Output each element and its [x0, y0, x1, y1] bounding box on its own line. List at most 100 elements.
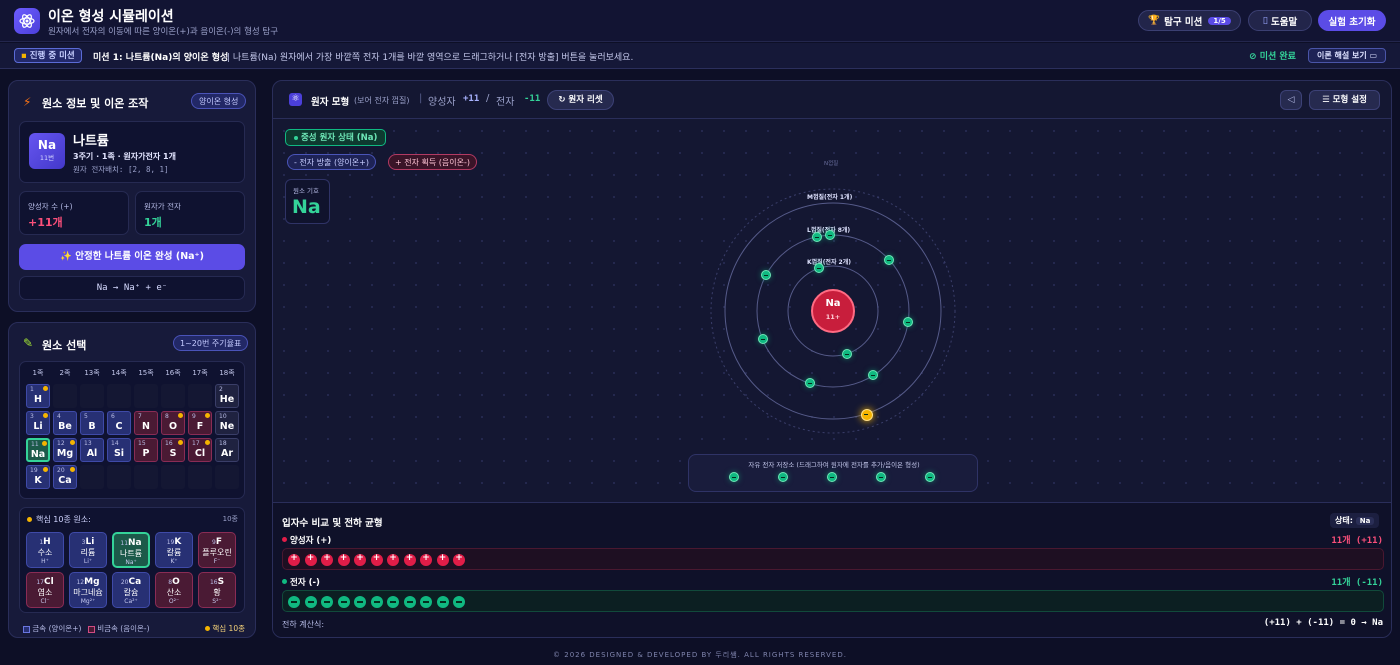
m-shell-label: M껍질(전자 1개) — [807, 194, 853, 201]
element-selector-title: 원소 선택 — [42, 339, 87, 352]
nucleus — [811, 289, 855, 333]
element-cell-s[interactable]: 16 S — [161, 438, 185, 462]
element-cell-h[interactable]: 1H — [26, 384, 50, 408]
proton-particle — [304, 553, 317, 566]
element-period-group: 3주기 · 1족 · 원자가전자 1개 — [73, 152, 176, 161]
group-header: 14족 — [111, 369, 127, 377]
mission-button[interactable]: 🏆 탐구 미션 1/5 — [1138, 10, 1241, 31]
element-cell-k[interactable]: 19 K — [26, 465, 50, 489]
core-element-s[interactable]: 16S 황 S²⁻ — [198, 572, 236, 608]
core-element-k[interactable]: 19K 칼륨 K⁺ — [155, 532, 193, 568]
proton-particle — [321, 553, 333, 566]
sound-button[interactable]: ◁ — [1280, 90, 1302, 110]
electron-particle — [288, 596, 300, 608]
theory-button[interactable]: 이론 해설 보기 ▭ — [1308, 48, 1386, 63]
electron-row-label: 전자 (-) — [290, 578, 320, 588]
core-element-h[interactable]: 1H 수소 H⁺ — [26, 532, 64, 568]
free-electron[interactable] — [778, 472, 788, 482]
core-element-cl[interactable]: 17Cl 염소 Cl⁻ — [26, 572, 64, 608]
pool-label: 자유 전자 저장소 (드래그하여 원자에 전자를 추가/음이온 형성) — [748, 461, 920, 469]
element-cell-na[interactable]: 11 Na — [26, 438, 50, 462]
electron-particle — [337, 596, 350, 608]
atom-logo-icon — [14, 8, 40, 34]
element-cell-c[interactable]: 6C — [107, 411, 131, 435]
shell-electron[interactable] — [903, 316, 914, 327]
core-element-mg[interactable]: 12Mg 마그네슘 Mg²⁺ — [69, 572, 107, 608]
core-element-li[interactable]: 3Li 리튬 Li⁺ — [69, 532, 107, 568]
electron-row-count: 11개 (-11) — [1331, 578, 1383, 588]
core-elements-count: 10종 — [222, 515, 238, 523]
shell-electron[interactable] — [757, 334, 768, 345]
group-header: 18족 — [219, 369, 235, 377]
element-cell-al[interactable]: 13 Al — [80, 438, 104, 462]
proton-count-value: +11개 — [28, 216, 63, 229]
ion-type-badge: 양이온 형성 — [191, 93, 247, 109]
proton-particle — [354, 553, 366, 566]
free-electron[interactable] — [876, 472, 886, 482]
core-marker — [70, 467, 75, 472]
element-cell-mg[interactable]: 12 Mg — [53, 438, 77, 462]
proton-row-label: 양성자 (+) — [290, 536, 332, 546]
element-selector-panel: ✎ 원소 선택 1~20번 주기율표 1족 2족 13족 14족 15족 16족 17족 18… — [8, 322, 256, 638]
charge-calc-value: (+11) + (-11) = 0 → Na — [1263, 618, 1383, 628]
app-header: 이온 형성 시뮬레이션 원자에서 전자의 이동에 따른 양이온(+)과 음이온(… — [0, 0, 1400, 42]
electron-particle — [370, 596, 383, 608]
atom-reset-button[interactable]: ↻ 원자 리셋 — [547, 90, 614, 110]
shell-electron[interactable] — [812, 231, 823, 242]
mission-title: 미션 1: 나트륨(Na)의 양이온 형성 — [93, 53, 229, 63]
sparkle-icon: ✨ — [60, 251, 72, 262]
core-element-o[interactable]: 8O 산소 O²⁻ — [155, 572, 193, 608]
element-cell-ne[interactable]: 10 Ne — [215, 411, 239, 435]
valence-electron[interactable] — [861, 408, 874, 421]
element-cell-he[interactable]: 2 He — [215, 384, 239, 408]
atom-icon: ⚛ — [289, 93, 302, 106]
legend-metal-swatch — [23, 625, 30, 633]
electron-particle — [403, 596, 416, 608]
model-proton-value: +11 — [463, 94, 480, 104]
element-cell-li[interactable]: 3 Li — [26, 411, 50, 435]
refresh-icon: ↻ — [558, 95, 566, 105]
electron-configuration: 원자 전자배치: [2, 8, 1] — [73, 165, 169, 174]
shell-electron[interactable] — [804, 378, 815, 389]
complete-ion-button[interactable]: ✨ 안정한 나트륨 이온 완성 (Na⁺) — [19, 244, 245, 270]
electron-particle — [436, 596, 449, 608]
empty-cell — [107, 384, 131, 408]
element-cell-b[interactable]: 5B — [80, 411, 104, 435]
free-electron[interactable] — [729, 472, 739, 482]
element-cell-ar[interactable]: 18 Ar — [215, 438, 239, 462]
group-header: 2족 — [59, 369, 71, 377]
model-title: 원자 모형 — [311, 97, 350, 108]
element-cell-p[interactable]: 15 P — [134, 438, 158, 462]
element-cell-ca[interactable]: 20 Ca — [53, 465, 77, 489]
proton-particle — [436, 553, 449, 566]
shell-electron[interactable] — [841, 348, 852, 359]
core-element-f[interactable]: 9F 플루오린 F⁻ — [198, 532, 236, 568]
app-title: 이온 형성 시뮬레이션 — [48, 9, 174, 25]
free-electron-pool[interactable]: 자유 전자 저장소 (드래그하여 원자에 전자를 추가/음이온 형성) — [688, 454, 978, 492]
free-electron[interactable] — [827, 472, 837, 482]
help-button[interactable]: ▯ 도움말 — [1248, 10, 1312, 31]
pencil-icon: ✎ — [23, 336, 34, 350]
element-cell-be[interactable]: 4 Be — [53, 411, 77, 435]
core-marker — [42, 441, 47, 446]
app-subtitle: 원자에서 전자의 이동에 따른 양이온(+)과 음이온(-)의 형성 탐구 — [48, 27, 279, 37]
core-marker — [178, 413, 183, 418]
element-cell-cl[interactable]: 17 Cl — [188, 438, 212, 462]
core-element-ca[interactable]: 20Ca 칼슘 Ca²⁺ — [112, 572, 150, 608]
reset-experiment-button[interactable]: 실험 초기화 — [1318, 10, 1386, 31]
model-subtitle: (보어 전자 껍질) — [354, 96, 410, 105]
empty-cell — [80, 465, 104, 489]
core-element-na[interactable]: 11Na 나트륨 Na⁺ — [112, 532, 150, 568]
element-cell-si[interactable]: 14 Si — [107, 438, 131, 462]
element-cell-o[interactable]: 8O — [161, 411, 185, 435]
proton-particle — [420, 553, 432, 566]
target-icon: ▪ — [21, 51, 27, 61]
element-cell-f[interactable]: 9F — [188, 411, 212, 435]
electron-bar — [282, 590, 1384, 612]
element-cell-n[interactable]: 7N — [134, 411, 158, 435]
model-settings-button[interactable]: ☰ 모형 설정 — [1309, 90, 1380, 110]
empty-cell — [188, 384, 212, 408]
free-electron[interactable] — [925, 472, 935, 482]
proton-particle — [453, 553, 465, 566]
electron-particle — [453, 596, 465, 608]
